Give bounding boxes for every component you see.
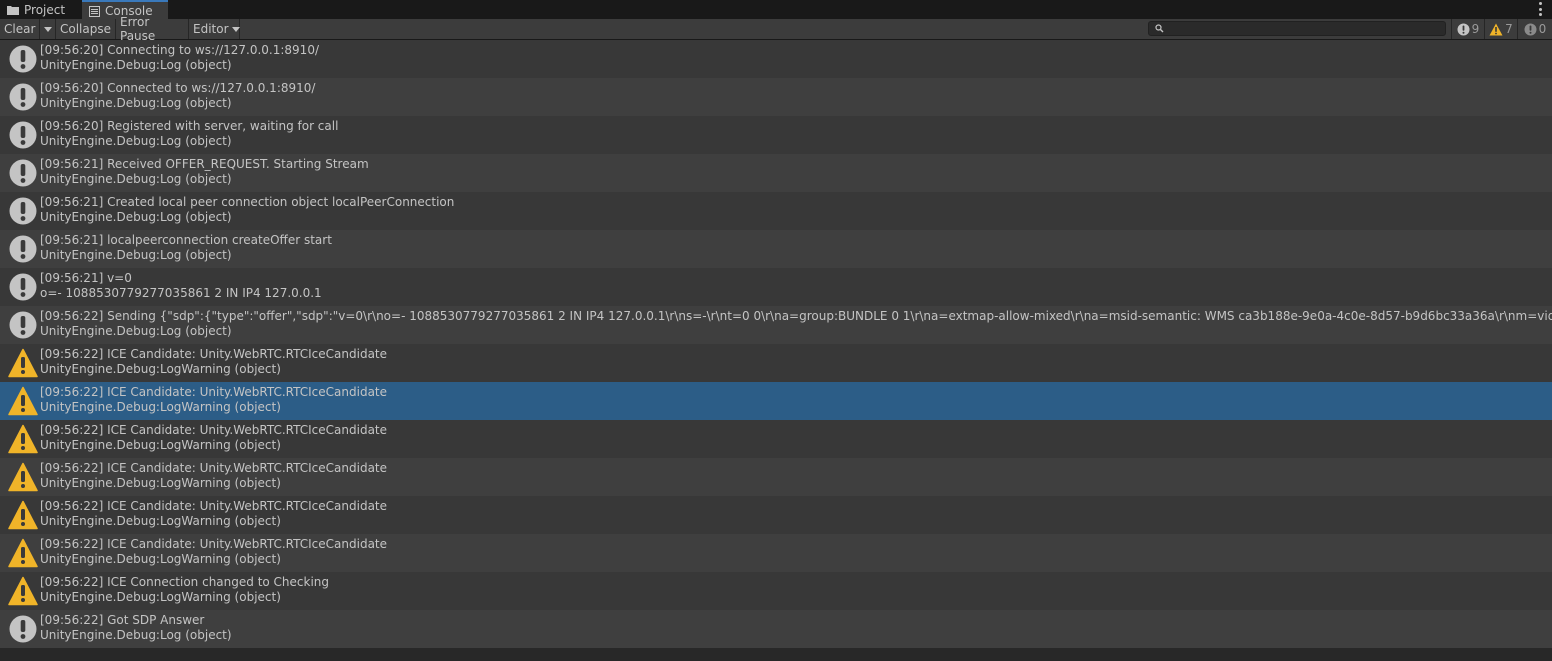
info-icon bbox=[8, 82, 38, 112]
info-icon bbox=[8, 120, 38, 150]
log-entry[interactable]: [09:56:20] Connected to ws://127.0.0.1:8… bbox=[0, 78, 1552, 116]
log-message: [09:56:22] Sending {"sdp":{"type":"offer… bbox=[40, 309, 1552, 323]
log-entry[interactable]: [09:56:22] ICE Candidate: Unity.WebRTC.R… bbox=[0, 458, 1552, 496]
warning-count: 7 bbox=[1505, 22, 1513, 36]
warning-icon bbox=[8, 386, 38, 416]
error-icon bbox=[1524, 23, 1537, 35]
info-icon bbox=[8, 196, 38, 226]
log-detail: UnityEngine.Debug:Log (object) bbox=[40, 628, 232, 642]
collapse-toggle[interactable]: Collapse bbox=[56, 19, 116, 39]
clear-options-dropdown[interactable] bbox=[40, 19, 56, 39]
info-icon bbox=[8, 234, 38, 264]
log-entry[interactable]: [09:56:20] Connecting to ws://127.0.0.1:… bbox=[0, 40, 1552, 78]
search-field[interactable] bbox=[1148, 21, 1446, 36]
log-detail: o=- 1088530779277035861 2 IN IP4 127.0.0… bbox=[40, 286, 322, 300]
error-filter-toggle[interactable]: 0 bbox=[1517, 19, 1552, 39]
log-detail: UnityEngine.Debug:LogWarning (object) bbox=[40, 476, 281, 490]
console-icon bbox=[89, 5, 100, 17]
clear-button[interactable]: Clear bbox=[0, 19, 40, 39]
more-options-icon[interactable] bbox=[1538, 2, 1542, 16]
log-entry[interactable]: [09:56:22] ICE Candidate: Unity.WebRTC.R… bbox=[0, 420, 1552, 458]
editor-dropdown[interactable]: Editor bbox=[189, 19, 240, 39]
log-detail: UnityEngine.Debug:LogWarning (object) bbox=[40, 514, 281, 528]
log-detail: UnityEngine.Debug:Log (object) bbox=[40, 324, 232, 338]
error-pause-toggle[interactable]: Error Pause bbox=[116, 15, 189, 43]
log-detail: UnityEngine.Debug:LogWarning (object) bbox=[40, 438, 281, 452]
log-entry[interactable]: [09:56:21] Received OFFER_REQUEST. Start… bbox=[0, 154, 1552, 192]
log-message: [09:56:22] ICE Candidate: Unity.WebRTC.R… bbox=[40, 499, 388, 513]
log-entry[interactable]: [09:56:22] Sending {"sdp":{"type":"offer… bbox=[0, 306, 1552, 344]
log-message: [09:56:21] localpeerconnection createOff… bbox=[40, 233, 332, 247]
log-message: [09:56:20] Connecting to ws://127.0.0.1:… bbox=[40, 43, 319, 57]
info-icon bbox=[1457, 23, 1470, 35]
log-message: [09:56:22] ICE Candidate: Unity.WebRTC.R… bbox=[40, 423, 388, 437]
editor-dropdown-label: Editor bbox=[193, 22, 229, 36]
info-icon bbox=[8, 272, 38, 302]
log-entry[interactable]: [09:56:22] ICE Connection changed to Che… bbox=[0, 572, 1552, 610]
warning-icon bbox=[8, 576, 38, 606]
log-detail: UnityEngine.Debug:Log (object) bbox=[40, 248, 232, 262]
log-message: [09:56:20] Registered with server, waiti… bbox=[40, 119, 339, 133]
warning-filter-toggle[interactable]: 7 bbox=[1484, 19, 1517, 39]
warning-icon bbox=[1489, 23, 1503, 35]
warning-icon bbox=[8, 538, 38, 568]
log-detail: UnityEngine.Debug:LogWarning (object) bbox=[40, 400, 281, 414]
info-icon bbox=[8, 44, 38, 74]
log-message: [09:56:22] ICE Connection changed to Che… bbox=[40, 575, 330, 589]
log-detail: UnityEngine.Debug:LogWarning (object) bbox=[40, 362, 281, 376]
log-entry[interactable]: [09:56:22] ICE Candidate: Unity.WebRTC.R… bbox=[0, 382, 1552, 420]
log-detail: UnityEngine.Debug:LogWarning (object) bbox=[40, 552, 281, 566]
log-detail: UnityEngine.Debug:Log (object) bbox=[40, 58, 232, 72]
error-count: 0 bbox=[1538, 22, 1547, 36]
chevron-down-icon bbox=[43, 26, 52, 32]
log-entry[interactable]: [09:56:21] v=0 o=- 1088530779277035861 2 … bbox=[0, 268, 1552, 306]
log-message: [09:56:22] ICE Candidate: Unity.WebRTC.R… bbox=[40, 461, 388, 475]
chevron-down-icon bbox=[231, 26, 240, 32]
log-message: [09:56:20] Connected to ws://127.0.0.1:8… bbox=[40, 81, 316, 95]
warning-icon bbox=[8, 424, 38, 454]
log-entry[interactable]: [09:56:22] ICE Candidate: Unity.WebRTC.R… bbox=[0, 344, 1552, 382]
log-entry[interactable]: [09:56:21] localpeerconnection createOff… bbox=[0, 230, 1552, 268]
search-input[interactable] bbox=[1167, 22, 1437, 35]
log-message: [09:56:22] ICE Candidate: Unity.WebRTC.R… bbox=[40, 385, 388, 399]
info-icon bbox=[8, 614, 38, 644]
console-toolbar: Clear Collapse Error Pause Editor 9 7 0 bbox=[0, 15, 1552, 43]
console-log-list: [09:56:20] Connecting to ws://127.0.0.1:… bbox=[0, 40, 1552, 661]
log-detail: UnityEngine.Debug:Log (object) bbox=[40, 210, 232, 224]
log-entry[interactable]: [09:56:21] Created local peer connection… bbox=[0, 192, 1552, 230]
info-icon bbox=[8, 158, 38, 188]
tab-project[interactable]: Project bbox=[0, 0, 78, 20]
log-detail: UnityEngine.Debug:Log (object) bbox=[40, 172, 232, 186]
log-count: 9 bbox=[1471, 22, 1480, 36]
log-message: [09:56:21] v=0 bbox=[40, 271, 132, 285]
warning-icon bbox=[8, 462, 38, 492]
log-message: [09:56:22] Got SDP Answer bbox=[40, 613, 205, 627]
log-message: [09:56:22] ICE Candidate: Unity.WebRTC.R… bbox=[40, 347, 388, 361]
log-detail: UnityEngine.Debug:LogWarning (object) bbox=[40, 590, 281, 604]
folder-icon bbox=[7, 6, 19, 15]
info-icon bbox=[8, 310, 38, 340]
log-entry[interactable]: [09:56:22] Got SDP Answer UnityEngine.Deb… bbox=[0, 610, 1552, 648]
warning-icon bbox=[8, 500, 38, 530]
window-tab-bar: Project Console bbox=[0, 0, 1552, 20]
log-filter-toggle[interactable]: 9 bbox=[1451, 19, 1484, 39]
log-detail: UnityEngine.Debug:Log (object) bbox=[40, 96, 232, 110]
log-entry[interactable]: [09:56:22] ICE Candidate: Unity.WebRTC.R… bbox=[0, 534, 1552, 572]
log-message: [09:56:22] ICE Candidate: Unity.WebRTC.R… bbox=[40, 537, 388, 551]
log-detail: UnityEngine.Debug:Log (object) bbox=[40, 134, 232, 148]
log-message: [09:56:21] Received OFFER_REQUEST. Start… bbox=[40, 157, 369, 171]
search-icon bbox=[1155, 24, 1164, 33]
log-entry[interactable]: [09:56:22] ICE Candidate: Unity.WebRTC.R… bbox=[0, 496, 1552, 534]
warning-icon bbox=[8, 348, 38, 378]
log-message: [09:56:21] Created local peer connection… bbox=[40, 195, 455, 209]
tab-project-label: Project bbox=[24, 3, 66, 17]
log-entry[interactable]: [09:56:20] Registered with server, waiti… bbox=[0, 116, 1552, 154]
